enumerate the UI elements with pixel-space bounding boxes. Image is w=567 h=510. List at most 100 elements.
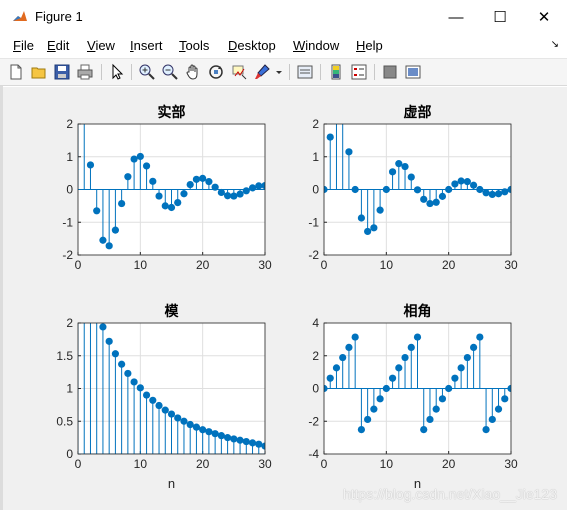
menu-edit[interactable]: Edit xyxy=(47,38,69,53)
stem-marker xyxy=(230,192,238,200)
stem-marker xyxy=(167,410,176,418)
stem-marker xyxy=(224,192,232,200)
y-tick-label: 0 xyxy=(312,183,319,197)
link-plot-icon[interactable] xyxy=(296,63,314,81)
stem-marker xyxy=(255,182,263,190)
data-cursor-icon[interactable] xyxy=(230,63,248,81)
stem-marker xyxy=(155,192,163,200)
subplot-grid: 0 10 20 30-2-1012实部0 10 20 30-2-1012虚部0 10 20 300… xyxy=(56,88,518,491)
zoom-out-icon[interactable] xyxy=(161,63,179,81)
stem-marker xyxy=(142,162,151,170)
subplot-4[interactable]: 0 10 20 30-4-2024相角n xyxy=(308,303,518,491)
toolbar-separator xyxy=(320,64,321,80)
stem-marker xyxy=(494,405,503,413)
stem-marker xyxy=(167,203,176,212)
stem-marker xyxy=(457,177,465,185)
x-tick-label: 30 xyxy=(258,457,272,471)
y-tick-label: 2 xyxy=(312,117,319,131)
stem-marker xyxy=(130,155,138,163)
stem-marker xyxy=(395,160,403,168)
stem-marker xyxy=(488,190,496,199)
toolbar-separator xyxy=(131,64,132,80)
stem-marker xyxy=(351,333,359,341)
stem-marker xyxy=(451,180,459,188)
stem-marker xyxy=(382,185,390,194)
subplot-title: 虚部 xyxy=(404,104,432,121)
x-tick-label: 20 xyxy=(196,258,210,272)
subplot-1[interactable]: 0 10 20 30 -2 -1 0 1 2 实部 xyxy=(62,88,272,272)
title-bar: Figure 1 — ☐ ✕ xyxy=(0,0,567,34)
y-tick-label: -2 xyxy=(62,248,73,262)
stem-marker xyxy=(326,374,334,382)
stem-marker xyxy=(118,199,126,208)
brush-icon[interactable] xyxy=(253,63,271,81)
stem-marker xyxy=(99,236,107,244)
menu-insert[interactable]: Insert xyxy=(130,38,163,53)
stem-marker xyxy=(370,224,378,232)
rotate-3d-icon[interactable] xyxy=(207,63,225,81)
stem-marker xyxy=(236,190,244,198)
subplot-2[interactable]: 0 10 20 30 -2 -1 0 1 2 虚部 xyxy=(308,104,518,272)
stem-marker xyxy=(432,198,440,206)
x-tick-label: 10 xyxy=(134,457,148,471)
menu-window[interactable]: Window xyxy=(293,38,339,53)
menu-file[interactable]: File xyxy=(13,38,34,53)
stem-marker xyxy=(501,188,509,196)
stem-marker xyxy=(230,435,238,443)
stem-marker xyxy=(426,199,434,208)
stem-marker xyxy=(242,437,250,446)
pan-icon[interactable] xyxy=(184,63,202,81)
menu-desktop[interactable]: Desktop xyxy=(228,38,276,53)
open-file-icon[interactable] xyxy=(30,63,48,81)
stem-marker xyxy=(476,333,484,341)
stem-marker xyxy=(205,428,213,436)
menu-view[interactable]: View xyxy=(87,38,115,53)
subplot-title: 实部 xyxy=(158,104,186,121)
subplot-title: 模 xyxy=(165,303,180,320)
stem-marker xyxy=(124,173,132,181)
menu-tools[interactable]: Tools xyxy=(179,38,209,53)
stem-marker xyxy=(345,343,353,351)
stem-marker xyxy=(420,195,428,203)
insert-legend-icon[interactable] xyxy=(350,63,368,81)
stem-marker xyxy=(364,227,372,236)
stem-marker xyxy=(130,378,138,386)
dock-arrow-icon[interactable]: ↘ xyxy=(551,39,559,50)
minimize-button[interactable]: — xyxy=(434,0,478,34)
stem-marker xyxy=(248,184,257,192)
stem-marker xyxy=(105,337,113,345)
figure-toolbar xyxy=(0,58,567,86)
hide-plot-tools-icon[interactable] xyxy=(381,63,399,81)
chevron-down-icon[interactable] xyxy=(274,63,284,81)
print-icon[interactable] xyxy=(76,63,94,81)
stem-marker xyxy=(438,395,447,403)
stem-marker xyxy=(370,405,378,413)
stem-marker xyxy=(224,434,232,442)
stem-marker xyxy=(186,420,194,429)
stem-marker xyxy=(420,426,428,434)
stem-marker xyxy=(93,207,101,215)
stem-marker xyxy=(357,426,365,434)
show-plot-tools-icon[interactable] xyxy=(404,63,422,81)
x-tick-label: 10 xyxy=(380,258,394,272)
x-tick-label: 0 xyxy=(321,457,328,471)
zoom-in-icon[interactable] xyxy=(138,63,156,81)
edit-plot-icon[interactable] xyxy=(108,63,126,81)
menu-help[interactable]: Help xyxy=(356,38,383,53)
matlab-logo-icon xyxy=(12,9,28,25)
stem-marker xyxy=(476,185,484,194)
y-tick-label: -4 xyxy=(308,447,319,461)
new-figure-icon[interactable] xyxy=(7,63,25,81)
stem-marker xyxy=(494,190,503,198)
maximize-button[interactable]: ☐ xyxy=(478,0,522,34)
stem-marker xyxy=(333,108,340,115)
stem-marker xyxy=(339,353,347,362)
insert-colorbar-icon[interactable] xyxy=(327,63,345,81)
subplot-3[interactable]: 0 10 20 30 0 0.5 1 1.5 2 模 n xyxy=(56,254,272,491)
stem-marker xyxy=(388,168,397,176)
stem-marker xyxy=(93,302,100,309)
stem-marker xyxy=(161,406,169,414)
save-icon[interactable] xyxy=(53,63,71,81)
close-button[interactable]: ✕ xyxy=(522,0,566,34)
stem-marker xyxy=(451,374,459,382)
